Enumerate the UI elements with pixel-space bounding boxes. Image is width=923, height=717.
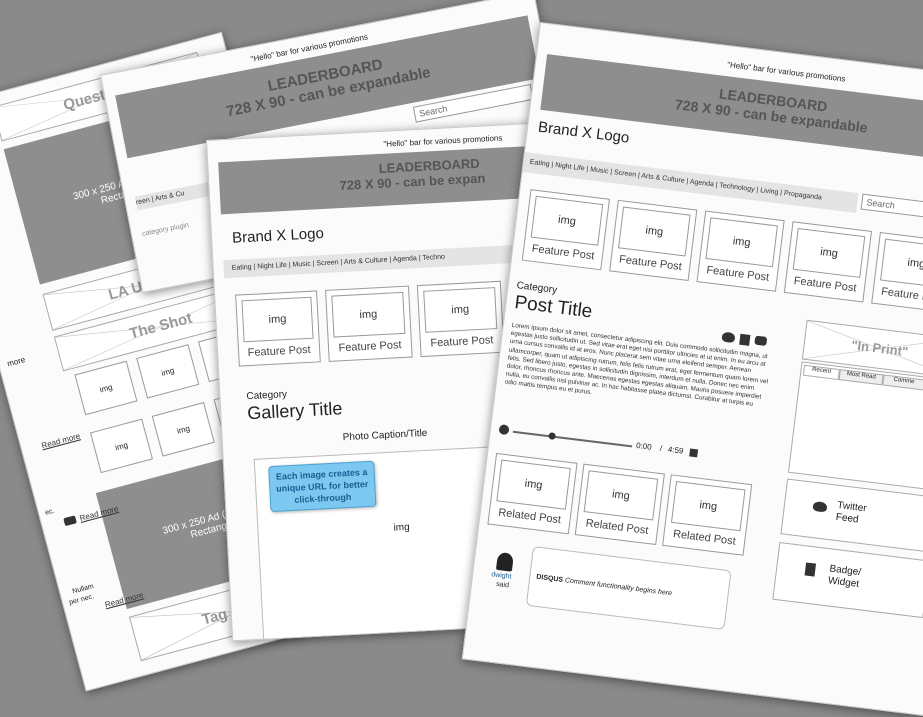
read-more-link[interactable]: Read more bbox=[41, 431, 82, 450]
thumb-label: img bbox=[114, 439, 129, 452]
commenter-avatar bbox=[495, 551, 514, 572]
feature-post-label: Feature Post bbox=[880, 285, 923, 306]
audio-scrubber[interactable] bbox=[548, 432, 557, 440]
shot-thumb[interactable]: img bbox=[151, 402, 215, 457]
audio-duration: 4:59 bbox=[667, 444, 684, 456]
left-col-fragment: more bbox=[6, 355, 27, 369]
gallery-image-label: img bbox=[393, 521, 410, 534]
tab-panel: Recent Most Read Comme bbox=[787, 361, 923, 492]
share-icons[interactable] bbox=[721, 331, 768, 348]
chat-icon bbox=[63, 515, 77, 527]
brand-logo[interactable]: Brand X Logo bbox=[537, 119, 630, 147]
category-fragment: category plugin bbox=[141, 221, 190, 238]
related-post-card[interactable]: img Related Post bbox=[662, 474, 753, 556]
feature-post-label: Feature Post bbox=[430, 334, 494, 350]
twitter-feed-label: Twitter Feed bbox=[835, 499, 868, 526]
feature-post-label: Feature Post bbox=[338, 339, 402, 355]
feature-post-card[interactable]: img Feature Post bbox=[783, 221, 873, 303]
disqus-text: Comment functionality begins here bbox=[564, 577, 673, 598]
feature-post-image: img bbox=[792, 227, 866, 278]
annotation-text: Each image creates a unique URL for bett… bbox=[275, 467, 369, 506]
feature-post-image: img bbox=[880, 238, 923, 289]
related-post-card[interactable]: img Related Post bbox=[487, 452, 578, 535]
related-post-image: img bbox=[583, 470, 659, 521]
disqus-brand: DISQUS bbox=[535, 573, 564, 584]
photo-caption: Photo Caption/Title bbox=[342, 427, 428, 444]
feature-post-image: img bbox=[423, 287, 498, 333]
related-post-image: img bbox=[496, 459, 571, 510]
gallery-title: Gallery Title bbox=[246, 398, 343, 424]
feature-post-card[interactable]: img Feature Post bbox=[235, 290, 321, 367]
audio-time: 0:00 bbox=[635, 440, 653, 452]
feature-post-label: Feature Post bbox=[618, 253, 683, 274]
feature-post-card[interactable]: img Feature Post bbox=[696, 210, 785, 292]
thumb-label: img bbox=[160, 365, 176, 378]
thumb-label: img bbox=[98, 381, 114, 394]
leaderboard-ad: LEADERBOARD 728 X 90 - can be expandable bbox=[540, 54, 923, 166]
feature-post-image: img bbox=[241, 296, 314, 343]
post-title: Post Title bbox=[513, 292, 594, 323]
feature-post-image: img bbox=[530, 195, 604, 246]
feature-post-label: Feature Post bbox=[705, 264, 770, 284]
feature-post-card[interactable]: img Feature Post bbox=[871, 231, 923, 314]
audio-separator: / bbox=[659, 443, 663, 454]
feature-post-card[interactable]: img Feature Post bbox=[416, 280, 505, 358]
feature-post-card[interactable]: img Feature Post bbox=[609, 199, 698, 282]
facebook-badge-icon bbox=[804, 562, 817, 577]
left-col-fragment: ec. bbox=[44, 507, 56, 517]
tab-most-read[interactable]: Most Read bbox=[838, 369, 884, 386]
comment-icon[interactable] bbox=[754, 335, 768, 346]
thumb-label: img bbox=[175, 423, 191, 436]
disqus-comment-box: DISQUS Comment functionality begins here bbox=[525, 546, 732, 630]
shot-thumb[interactable]: img bbox=[89, 418, 153, 474]
badge-widget[interactable]: Badge/ Widget bbox=[772, 542, 923, 619]
sheet-article: "Hello" bar for various promotions LEADE… bbox=[461, 22, 923, 717]
feature-post-label: Feature Post bbox=[247, 343, 311, 360]
hello-bar: "Hello" bar for various promotions bbox=[383, 133, 503, 149]
volume-icon[interactable] bbox=[689, 448, 699, 458]
feature-post-card[interactable]: img Feature Post bbox=[521, 189, 610, 271]
search-input[interactable]: Search bbox=[860, 193, 923, 220]
category-label: Category bbox=[246, 389, 288, 403]
related-post-image: img bbox=[670, 481, 746, 532]
leaderboard-ad: LEADERBOARD 728 X 90 - can be expan bbox=[218, 144, 561, 215]
shot-thumb[interactable]: img bbox=[136, 344, 200, 399]
audio-track[interactable] bbox=[512, 430, 633, 448]
feature-post-image: img bbox=[705, 217, 778, 268]
left-col-fragment: per nec. bbox=[68, 593, 95, 607]
twitter-bird-icon bbox=[812, 500, 828, 513]
annotation-tooltip: Each image creates a unique URL for bett… bbox=[268, 460, 377, 513]
twitter-icon[interactable] bbox=[721, 331, 736, 344]
commenter-name[interactable]: dwight bbox=[491, 571, 512, 580]
twitter-feed-widget[interactable]: Twitter Feed bbox=[780, 478, 923, 553]
play-icon[interactable] bbox=[498, 424, 510, 436]
feature-post-label: Feature Post bbox=[793, 274, 858, 295]
feature-post-label: Feature Post bbox=[531, 242, 596, 263]
badge-widget-label: Badge/ Widget bbox=[827, 563, 862, 591]
brand-logo[interactable]: Brand X Logo bbox=[232, 225, 325, 247]
feature-post-card[interactable]: img Feature Post bbox=[325, 285, 413, 362]
commenter-said: said bbox=[495, 580, 510, 590]
feature-post-image: img bbox=[331, 291, 406, 338]
tab-comments[interactable]: Comme bbox=[882, 374, 923, 391]
facebook-icon[interactable] bbox=[739, 333, 751, 346]
feature-post-image: img bbox=[618, 206, 691, 257]
shot-thumb[interactable]: img bbox=[74, 360, 138, 416]
tab-recent[interactable]: Recent bbox=[802, 364, 840, 381]
related-post-card[interactable]: img Related Post bbox=[574, 463, 665, 546]
